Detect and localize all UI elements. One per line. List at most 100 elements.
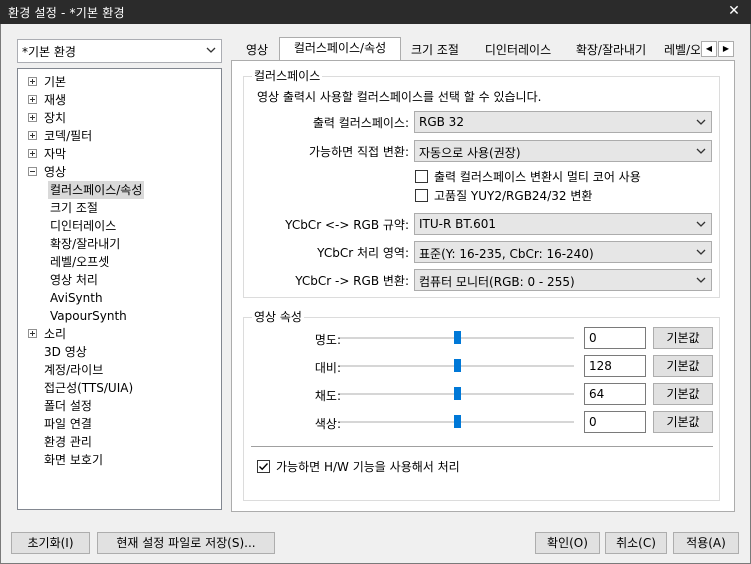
expand-icon[interactable] [28,131,37,140]
tree-item-label: 코덱/필터 [44,129,93,143]
property-slider[interactable] [340,384,574,404]
property-label: 색상: [314,417,341,431]
ycbcr-spec-value: ITU-R BT.601 [419,217,496,231]
property-label: 명도: [314,333,341,347]
property-value-field[interactable]: 128 [584,355,646,377]
output-colorspace-label: 출력 컬러스페이스: [312,116,409,130]
tab-resize[interactable]: 크기 조절 [403,39,467,61]
expand-icon[interactable] [28,113,37,122]
expand-icon[interactable] [28,77,37,86]
checkbox-box [415,189,428,202]
colorspace-description: 영상 출력시 사용할 컬러스페이스를 선택 할 수 있습니다. [257,90,542,104]
tree-item-label: 재생 [44,93,67,107]
tree-item-label: 자막 [44,147,67,161]
settings-window: *기본 환경 기본 재생 장치 코덱/필터 자막 영상 컬러스페이스/속성 크기 조절 디인터레… [0,24,751,564]
expand-icon[interactable] [28,149,37,158]
profile-select[interactable]: *기본 환경 [17,39,222,63]
default-value-button[interactable]: 기본값 [653,383,713,405]
default-value-label: 기본값 [666,415,700,429]
tab-scroll-left-icon[interactable]: ◀ [701,41,717,57]
tree-item-label: 기본 [44,75,67,89]
video-properties-group: 영상 속성 명도: 0 기본값 대비: 128 기본값 채도: 64 기본값 색상: 0 기본값 가능… [243,310,720,501]
ycbcr-spec-select[interactable]: ITU-R BT.601 [414,213,712,235]
ok-button[interactable]: 확인(O) [535,532,600,554]
tree-item-label: VapourSynth [50,309,127,323]
ycbcr-range-label: YCbCr 처리 영역: [317,246,409,260]
property-value-field[interactable]: 0 [584,411,646,433]
settings-tree[interactable]: 기본 재생 장치 코덱/필터 자막 영상 컬러스페이스/속성 크기 조절 디인터레이스 확장/잘라… [17,68,222,510]
slider-thumb[interactable] [454,359,461,372]
tab-deinterlace[interactable]: 디인터레이스 [477,39,559,61]
cancel-button[interactable]: 취소(C) [605,532,667,554]
tab-expand-crop[interactable]: 확장/잘라내기 [567,39,655,61]
tab-video[interactable]: 영상 [241,39,273,61]
property-slider[interactable] [340,328,574,348]
ycbcr-range-select[interactable]: 표준(Y: 16-235, CbCr: 16-240) [414,241,712,263]
property-value: 0 [589,415,597,429]
profile-select-value: *기본 환경 [22,45,76,59]
tree-item-label: 파일 연결 [44,417,92,431]
property-value: 64 [589,387,605,401]
output-colorspace-value: RGB 32 [419,115,464,129]
divider [251,446,713,447]
output-colorspace-select[interactable]: RGB 32 [414,111,712,133]
property-value: 0 [589,331,597,345]
tree-item-label: 화면 보호기 [44,453,104,467]
multicore-label: 출력 컬러스페이스 변환시 멀티 코어 사용 [434,170,641,184]
property-label: 채도: [314,389,341,403]
high-quality-label: 고품질 YUY2/RGB24/32 변환 [434,189,593,203]
expand-icon[interactable] [28,95,37,104]
tab-colorspace[interactable]: 컬러스페이스/속성 [279,37,401,61]
chevron-down-icon [695,245,707,259]
slider-thumb[interactable] [454,331,461,344]
apply-button[interactable]: 적용(A) [673,532,739,554]
chevron-down-icon [205,43,217,57]
property-value-field[interactable]: 0 [584,327,646,349]
tree-item-label: 장치 [44,111,67,125]
colorspace-group: 컬러스페이스 영상 출력시 사용할 컬러스페이스를 선택 할 수 있습니다. 출… [243,69,720,298]
default-value-button[interactable]: 기본값 [653,411,713,433]
property-slider[interactable] [340,356,574,376]
direct-convert-value: 자동으로 사용(권장) [419,146,521,160]
hw-accel-label: 가능하면 H/W 기능을 사용해서 처리 [276,460,460,474]
slider-thumb[interactable] [454,387,461,400]
title-bar: 환경 설정 - *기본 환경 ✕ [0,0,751,24]
window-title: 환경 설정 - *기본 환경 [8,6,125,20]
tree-item-label: 크기 조절 [50,201,98,215]
chevron-down-icon [695,144,707,158]
tab-level-offset[interactable]: 레벨/오 [663,39,701,61]
reset-button[interactable]: 초기화(I) [11,532,90,554]
close-icon[interactable]: ✕ [725,2,743,20]
property-value-field[interactable]: 64 [584,383,646,405]
default-value-label: 기본값 [666,331,700,345]
tab-panel-colorspace: 컬러스페이스 영상 출력시 사용할 컬러스페이스를 선택 할 수 있습니다. 출… [231,60,735,512]
expand-icon[interactable] [28,329,37,338]
default-value-label: 기본값 [666,359,700,373]
chevron-down-icon [695,273,707,287]
checkbox-box [257,460,270,473]
direct-convert-label: 가능하면 직접 변환: [309,145,409,159]
property-slider[interactable] [340,412,574,432]
ycbcr-rgb-value: 컴퓨터 모니터(RGB: 0 - 255) [419,275,575,289]
ycbcr-rgb-label: YCbCr -> RGB 변환: [295,274,409,288]
tree-item-label: 환경 관리 [44,435,92,449]
tree-item-label: 컬러스페이스/속성 [48,181,145,199]
tab-scroll-right-icon[interactable]: ▶ [718,41,734,57]
tree-item-label: 접근성(TTS/UIA) [44,381,134,395]
save-to-file-button[interactable]: 현재 설정 파일로 저장(S)... [97,532,275,554]
tree-item-label: AviSynth [50,291,103,305]
tree-item-label: 폴더 설정 [44,399,92,413]
ycbcr-rgb-select[interactable]: 컴퓨터 모니터(RGB: 0 - 255) [414,269,712,291]
tree-item-label: 디인터레이스 [50,219,117,233]
slider-thumb[interactable] [454,415,461,428]
default-value-button[interactable]: 기본값 [653,355,713,377]
direct-convert-select[interactable]: 자동으로 사용(권장) [414,140,712,162]
property-label: 대비: [314,361,341,375]
check-icon [259,463,269,471]
video-properties-title: 영상 속성 [252,310,304,324]
default-value-button[interactable]: 기본값 [653,327,713,349]
tree-item-label: 계정/라이브 [44,363,104,377]
tree-item-label: 레벨/오프셋 [50,255,110,269]
default-value-label: 기본값 [666,387,700,401]
collapse-icon[interactable] [28,167,37,176]
